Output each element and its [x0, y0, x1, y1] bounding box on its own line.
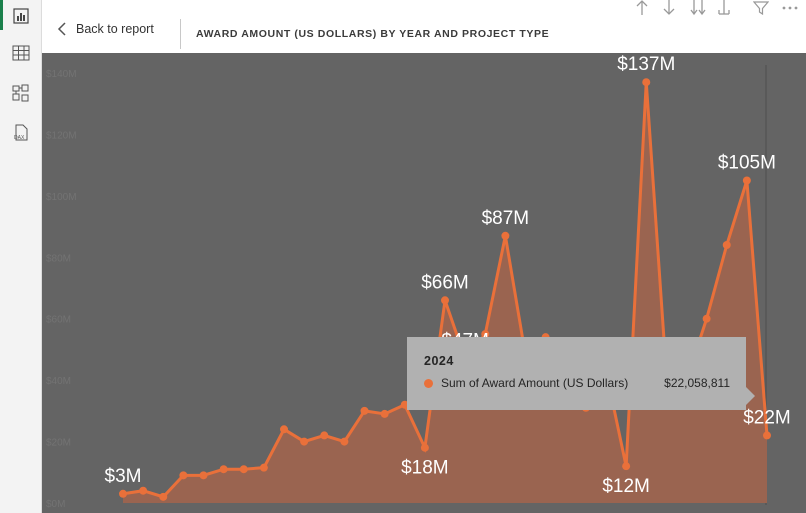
- data-point: [300, 437, 309, 446]
- data-point: [441, 296, 449, 305]
- data-label: $18M: [401, 458, 449, 479]
- data-point: [501, 231, 510, 240]
- data-point: [742, 176, 751, 185]
- data-point: [380, 409, 389, 418]
- y-tick-label: $20M: [46, 438, 71, 449]
- data-point: [139, 486, 148, 495]
- area-chart: $0M $20M $40M $60M $80M $100M $120M $140M $3M $18…: [46, 54, 791, 510]
- filter-icon[interactable]: [752, 0, 770, 16]
- expand-next-level-icon[interactable]: [688, 0, 708, 16]
- data-point: [763, 431, 771, 440]
- chart-canvas: $0M $20M $40M $60M $80M $100M $120M $140M $3M $18…: [42, 53, 806, 513]
- header-divider: [180, 19, 181, 49]
- table-view-icon[interactable]: [8, 40, 34, 66]
- model-view-icon[interactable]: [8, 80, 34, 106]
- data-label: $22M: [743, 407, 791, 428]
- y-tick-label: $0M: [46, 499, 65, 510]
- report-view-icon[interactable]: [8, 3, 34, 29]
- data-point: [259, 463, 268, 472]
- drill-down-icon[interactable]: [661, 0, 677, 16]
- data-point: [179, 471, 188, 480]
- active-view-indicator: [0, 0, 3, 30]
- dax-query-icon[interactable]: DAX: [8, 120, 34, 146]
- y-tick-label: $140M: [46, 69, 77, 80]
- data-label: $3M: [105, 466, 142, 487]
- data-label: $105M: [718, 153, 776, 174]
- data-point: [219, 465, 228, 474]
- y-tick-label: $60M: [46, 315, 71, 326]
- data-label: $137M: [617, 54, 675, 75]
- tooltip-series-dot: [424, 379, 433, 388]
- back-label: Back to report: [76, 22, 154, 36]
- tooltip-series-name: Sum of Award Amount (US Dollars): [441, 376, 629, 390]
- tooltip-year: 2024: [424, 354, 454, 368]
- more-options-icon[interactable]: [780, 0, 800, 16]
- data-point: [199, 471, 208, 480]
- data-point: [239, 465, 248, 474]
- chart-tooltip: 2024 Sum of Award Amount (US Dollars) $2…: [407, 337, 746, 410]
- tooltip-value: $22,058,811: [664, 376, 730, 390]
- view-rail: DAX: [0, 0, 42, 513]
- dax-label: DAX: [14, 135, 25, 141]
- chevron-left-icon: [57, 22, 66, 36]
- drill-up-icon[interactable]: [634, 0, 650, 16]
- expand-hierarchy-icon[interactable]: [716, 0, 732, 16]
- data-point: [119, 489, 127, 498]
- data-point: [622, 462, 631, 471]
- data-point: [159, 492, 168, 501]
- data-point: [642, 78, 651, 87]
- data-point: [702, 314, 711, 323]
- data-label: $66M: [421, 272, 469, 293]
- data-label: $12M: [602, 476, 650, 497]
- data-label: $87M: [482, 208, 530, 229]
- data-point: [340, 437, 349, 446]
- data-point: [280, 425, 288, 434]
- data-point: [360, 406, 369, 415]
- y-tick-label: $40M: [46, 376, 71, 387]
- y-tick-label: $80M: [46, 253, 71, 264]
- back-to-report-button[interactable]: Back to report: [56, 22, 154, 36]
- data-point: [420, 443, 429, 452]
- page-title: AWARD AMOUNT (US DOLLARS) BY YEAR AND PR…: [196, 28, 550, 40]
- data-point: [320, 431, 329, 440]
- y-tick-label: $100M: [46, 192, 77, 203]
- data-point: [722, 241, 731, 249]
- y-tick-label: $120M: [46, 130, 77, 141]
- tooltip-pointer: [746, 387, 755, 405]
